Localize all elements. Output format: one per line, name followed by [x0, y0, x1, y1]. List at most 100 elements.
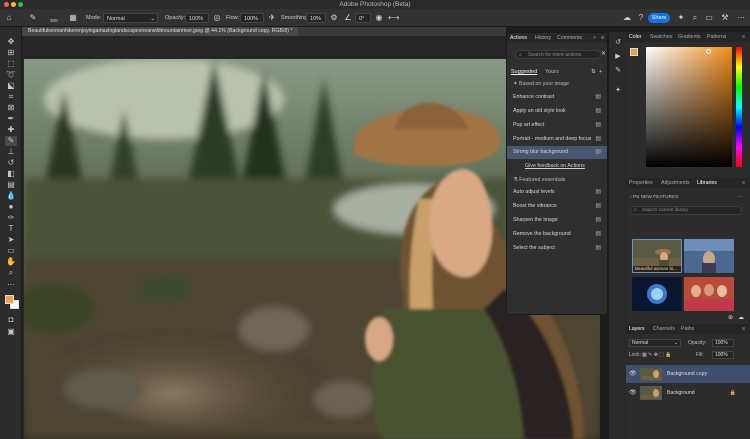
frame-tool-icon[interactable]: ⊠	[5, 103, 17, 113]
brush-preset-icon[interactable]: ✎	[28, 13, 38, 23]
actions-panel-icon[interactable]: ▶	[613, 52, 623, 62]
close-search-icon[interactable]: ✕	[601, 50, 606, 57]
brush-settings-icon[interactable]: ▦	[68, 13, 78, 23]
history-panel-icon[interactable]: ↺	[613, 38, 623, 48]
tab-comments[interactable]: Comments	[557, 34, 582, 42]
type-tool-icon[interactable]: T	[5, 224, 17, 234]
action-run-icon[interactable]: ▤	[595, 91, 601, 104]
artboard-tool-icon[interactable]: ⊞	[5, 48, 17, 58]
smoothing-settings-icon[interactable]: ⚙	[329, 13, 339, 23]
mode-select[interactable]: Normal ⌄	[103, 13, 158, 23]
move-tool-icon[interactable]: ✥	[5, 37, 17, 47]
action-run-icon[interactable]: ▤	[595, 242, 601, 255]
panel-menu-icon[interactable]: ≡	[742, 34, 745, 41]
visibility-eye-icon[interactable]: 👁	[629, 365, 637, 383]
crop-tool-icon[interactable]: ⌗	[5, 92, 17, 102]
layer-row-selected[interactable]: 👁 Background copy	[626, 365, 750, 383]
library-menu-icon[interactable]: ⋯	[738, 194, 743, 200]
panel-collapse-icon[interactable]: »	[593, 34, 596, 42]
airbrush-icon[interactable]: ✈	[267, 13, 277, 23]
add-library-item-icon[interactable]: ⊕	[728, 314, 733, 321]
lasso-tool-icon[interactable]: ➰	[5, 70, 17, 80]
brush-settings-panel-icon[interactable]: ✦	[613, 86, 623, 96]
pressure-size-icon[interactable]: ◉	[374, 13, 384, 23]
action-run-icon[interactable]: ▤	[595, 186, 601, 199]
workspace-icon[interactable]: ▭	[704, 13, 714, 23]
blur-tool-icon[interactable]: 💧	[5, 191, 17, 201]
foreground-color-swatch[interactable]	[5, 295, 14, 304]
action-item[interactable]: Remove the background ▤	[507, 228, 607, 241]
library-banner[interactable]: ‹ PS NEW FEATURES	[630, 195, 678, 200]
action-item[interactable]: Sharpen the image ▤	[507, 214, 607, 227]
actions-search-input[interactable]: ⌕ Search for more actions	[515, 50, 601, 59]
action-item[interactable]: Boost the vibrance ▤	[507, 200, 607, 213]
foreground-color-chip[interactable]	[630, 48, 638, 56]
action-item[interactable]: Select the subject ▤	[507, 242, 607, 255]
zoom-tool-icon[interactable]: ⌕	[5, 268, 17, 278]
healing-tool-icon[interactable]: ✚	[5, 125, 17, 135]
library-thumbnail[interactable]	[684, 277, 734, 311]
tab-libraries[interactable]: Libraries	[697, 180, 717, 187]
hand-tool-icon[interactable]: ✋	[5, 257, 17, 267]
layer-opacity-field[interactable]: 100%	[712, 339, 734, 347]
screen-mode-icon[interactable]: ▣	[5, 327, 17, 337]
action-run-icon[interactable]: ▤	[595, 133, 601, 146]
rectangle-tool-icon[interactable]: ▭	[5, 246, 17, 256]
action-run-icon[interactable]: ▤	[595, 119, 601, 132]
more-tools-icon[interactable]: ⋯	[5, 280, 17, 290]
panel-menu-icon[interactable]: ≡	[742, 326, 745, 333]
tab-adjustments[interactable]: Adjustments	[661, 180, 690, 187]
library-thumbnail[interactable]	[632, 277, 682, 311]
library-thumbnail[interactable]: Beautiful woman hi...	[632, 239, 682, 273]
tab-gradients[interactable]: Gradients	[678, 34, 701, 41]
color-picker-cursor[interactable]	[706, 49, 711, 54]
comments-panel-icon[interactable]: ✎	[613, 66, 623, 76]
tab-history[interactable]: History	[535, 34, 551, 42]
smoothing-field[interactable]: 10%	[306, 13, 326, 23]
home-icon[interactable]: ⌂	[4, 13, 14, 23]
visibility-eye-icon[interactable]: 👁	[629, 384, 637, 402]
comment-icon[interactable]: ✦	[676, 13, 686, 23]
action-run-icon[interactable]: ▤	[595, 105, 601, 118]
library-thumbnail[interactable]	[684, 239, 734, 273]
eraser-tool-icon[interactable]: ◧	[5, 169, 17, 179]
fill-field[interactable]: 100%	[712, 351, 734, 359]
tab-channels[interactable]: Channels	[653, 326, 675, 333]
action-run-icon[interactable]: ▤	[595, 200, 601, 213]
action-item[interactable]: Apply an old style look ▤	[507, 105, 607, 118]
action-run-icon[interactable]: ▤	[595, 214, 601, 227]
more-options-icon[interactable]: ⋯	[736, 13, 746, 23]
document-tab[interactable]: Beautifulwomanhikerenjoyingamazinglandsc…	[22, 27, 299, 36]
eyedropper-tool-icon[interactable]: ✒	[5, 114, 17, 124]
action-item-selected[interactable]: Strong blur background ▤	[507, 146, 607, 159]
tab-layers[interactable]: Layers	[629, 326, 645, 333]
action-item[interactable]: Pop art effect ▤	[507, 119, 607, 132]
clone-stamp-tool-icon[interactable]: ⊥	[5, 147, 17, 157]
action-item[interactable]: Enhance contrast ▤	[507, 91, 607, 104]
panel-menu-icon[interactable]: ≡	[742, 180, 745, 187]
share-button[interactable]: Share	[648, 13, 670, 23]
brush-tool-icon[interactable]: ✎	[5, 136, 17, 146]
gradient-tool-icon[interactable]: ▤	[5, 180, 17, 190]
add-action-icon[interactable]: +	[599, 68, 602, 76]
quick-mask-icon[interactable]: ◘	[5, 315, 17, 325]
action-run-icon[interactable]: ▤	[595, 146, 601, 159]
dodge-tool-icon[interactable]: ●	[5, 202, 17, 212]
feedback-link[interactable]: Give feedback on Actions	[525, 162, 585, 170]
lock-icons[interactable]: ▦ ✎ ✥ ⬚ 🔒	[642, 351, 672, 359]
action-run-icon[interactable]: ▤	[595, 228, 601, 241]
tab-color[interactable]: Color	[629, 34, 641, 41]
flow-field[interactable]: 100%	[240, 13, 264, 23]
blend-mode-select[interactable]: Normal ⌄	[629, 339, 681, 347]
tab-properties[interactable]: Properties	[629, 180, 653, 187]
path-select-tool-icon[interactable]: ➤	[5, 235, 17, 245]
sort-icon[interactable]: ⇅	[591, 68, 596, 76]
tab-patterns[interactable]: Patterns	[707, 34, 726, 41]
action-item[interactable]: Portrait - medium and deep focus ▤	[507, 133, 607, 146]
object-select-tool-icon[interactable]: ⬕	[5, 81, 17, 91]
pen-tool-icon[interactable]: ✑	[5, 213, 17, 223]
color-picker-field[interactable]	[646, 47, 732, 167]
pressure-opacity-icon[interactable]: ◎	[212, 13, 222, 23]
search-icon[interactable]: ⌕	[690, 13, 700, 23]
opacity-field[interactable]: 100%	[185, 13, 209, 23]
